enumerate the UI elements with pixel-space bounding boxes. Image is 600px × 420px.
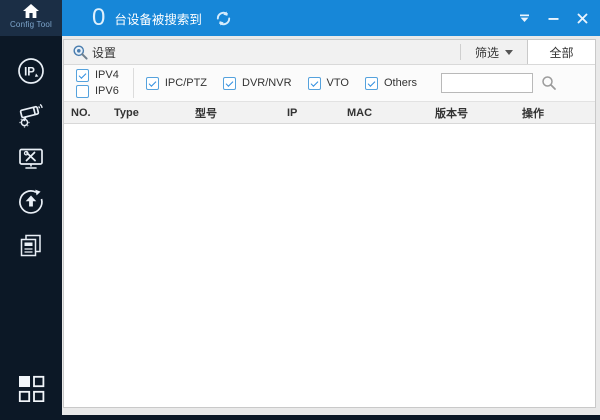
checkbox-label: IPC/PTZ [164,77,208,89]
pin-button[interactable] [516,10,532,26]
settings-label: 设置 [92,45,117,60]
check-icon [310,78,318,87]
device-count-label: 台设备被搜索到 [114,12,202,27]
checkbox-box [307,76,321,90]
check-icon [148,78,157,87]
close-icon [577,13,588,24]
window-controls [516,0,590,36]
sidebar-item-upgrade[interactable] [0,183,62,221]
table-header: NO. Type 型号 IP MAC 版本号 操作 [64,102,595,124]
chevron-down-icon [505,49,513,55]
column-header-ip: IP [287,106,298,119]
checkbox-label: Others [383,77,417,89]
pin-icon [519,14,530,23]
search-input[interactable] [440,73,533,93]
search-button[interactable] [541,75,557,91]
upgrade-icon [16,187,46,217]
checkbox-box [364,76,378,90]
column-header-version: 版本号 [435,107,468,120]
toolbar: 设置 筛选 全部 [64,40,595,65]
checkbox-label: DVR/NVR [242,77,292,89]
checkbox-ipc-ptz[interactable]: IPC/PTZ [145,76,208,90]
apps-grid-icon [18,375,45,402]
check-icon [225,78,234,87]
svg-text:IP: IP [24,67,35,79]
checkbox-label: VTO [326,77,349,89]
device-count: 0 [92,4,106,31]
sidebar-item-system-settings[interactable] [0,140,62,178]
check-icon [367,78,376,87]
check-icon [78,70,87,79]
document-template-icon [17,232,45,260]
device-table-body [64,124,595,407]
camera-config-icon [16,100,46,130]
filter-all-tab[interactable]: 全部 [527,40,595,64]
config-tool-window: Config Tool 0 台设备被搜索到 IP 设置 筛选 全部 IPV4 I… [0,0,600,420]
checkbox-label: IPV4 [95,69,119,81]
sidebar-apps-button[interactable] [0,368,62,408]
sidebar-item-modify-ip[interactable]: IP [0,52,62,90]
checkbox-others[interactable]: Others [364,76,417,90]
magnifier-icon [541,75,557,91]
device-panel: 设置 筛选 全部 IPV4 IPV6 IPC/PTZ DVR/NVR VTO O… [63,39,596,408]
sidebar: IP [0,36,62,420]
main-content: 设置 筛选 全部 IPV4 IPV6 IPC/PTZ DVR/NVR VTO O… [62,36,600,415]
system-tools-icon [17,145,45,173]
filter-divider [132,68,134,98]
app-title: Config Tool [9,20,53,29]
close-button[interactable] [574,10,590,26]
minimize-button[interactable] [545,10,561,26]
filter-label: 筛选 [474,45,499,60]
checkbox-box [76,84,89,98]
checkbox-ipv6[interactable]: IPV6 [76,84,119,98]
magnifier-gear-icon [72,44,89,61]
column-header-no: NO. [71,106,91,119]
filter-dropdown[interactable]: 筛选 [461,40,527,64]
settings-button[interactable]: 设置 [64,40,124,64]
checkbox-vto[interactable]: VTO [307,76,349,90]
column-header-model: 型号 [195,107,217,120]
filter-row: IPV4 IPV6 IPC/PTZ DVR/NVR VTO Others [64,65,595,102]
checkbox-dvr-nvr[interactable]: DVR/NVR [223,76,292,90]
column-header-type: Type [114,106,139,119]
column-header-operate: 操作 [522,107,544,120]
checkbox-box [223,76,237,90]
home-icon [22,3,40,19]
checkbox-box [76,68,89,82]
checkbox-ipv4[interactable]: IPV4 [76,68,119,82]
app-logo[interactable]: Config Tool [0,0,62,36]
refresh-icon [214,9,233,28]
sidebar-item-template[interactable] [0,227,62,265]
device-type-filters: IPC/PTZ DVR/NVR VTO Others [145,76,433,90]
ip-edit-icon: IP [16,56,46,86]
ip-version-filters: IPV4 IPV6 [76,68,119,98]
titlebar: 0 台设备被搜索到 [62,0,600,36]
refresh-button[interactable] [214,9,233,28]
sidebar-item-device-config[interactable] [0,96,62,134]
minimize-icon [548,13,559,24]
column-header-mac: MAC [347,106,373,119]
checkbox-label: IPV6 [95,85,119,97]
checkbox-box [145,76,159,90]
